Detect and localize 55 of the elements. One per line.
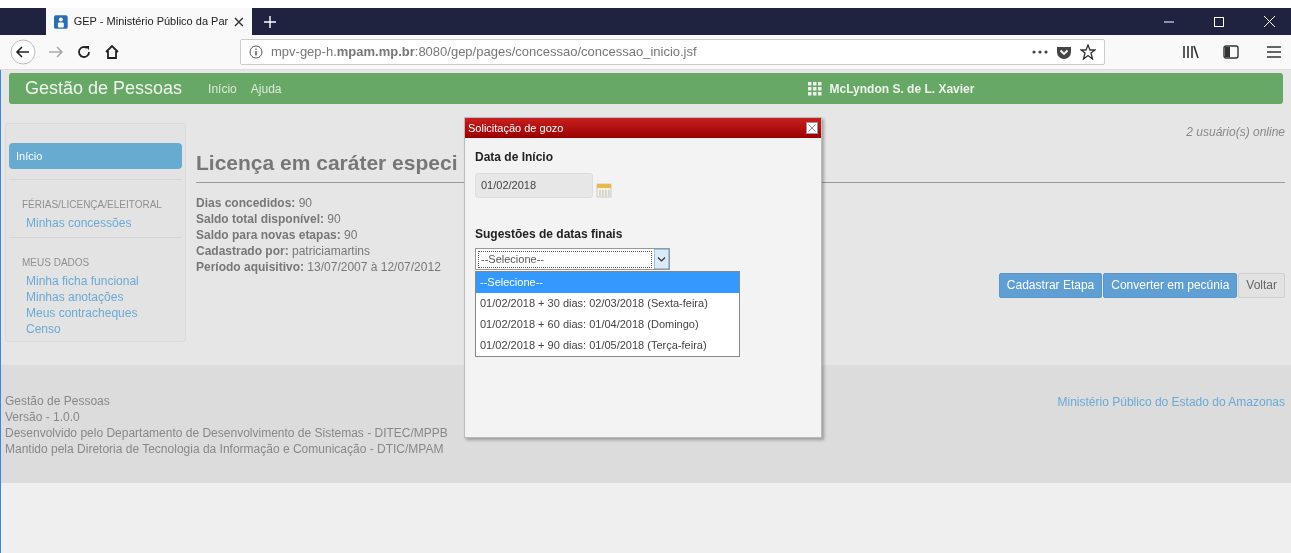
tab-title: GEP - Ministério Público da Par xyxy=(73,14,229,30)
sidebar-item[interactable]: Meus contracheques xyxy=(9,305,182,321)
dropdown-option[interactable]: --Selecione-- xyxy=(476,272,739,293)
sidebar-item[interactable]: Início xyxy=(9,143,182,169)
back-icon[interactable] xyxy=(10,39,36,65)
select-field[interactable]: --Selecione-- xyxy=(475,248,670,270)
page-title: Licença em caráter especi xyxy=(196,151,458,174)
sidebar-item[interactable]: Minha ficha funcional xyxy=(9,273,182,289)
library-icon[interactable] xyxy=(1183,45,1199,59)
detail-text: Dias concedidos: 90 xyxy=(196,194,313,211)
footer-link[interactable]: Ministério Público do Estado do Amazonas xyxy=(1057,393,1285,411)
more-icon[interactable] xyxy=(1032,50,1048,54)
detail-text: Saldo total disponível: 90 xyxy=(196,210,341,227)
dropdown-option[interactable]: 01/02/2018 + 30 dias: 02/03/2018 (Sexta-feira) xyxy=(476,293,739,314)
star-icon[interactable] xyxy=(1080,44,1096,60)
home-icon[interactable] xyxy=(104,44,120,60)
user-name[interactable]: McLyndon S. de L. Xavier xyxy=(829,79,975,98)
address-bar[interactable]: mpv-gep-h.mpam.mp.br:8080/gep/pages/concessao/concessao_inicio.jsf xyxy=(240,39,1105,65)
dropdown-option[interactable]: 01/02/2018 + 60 dias: 01/04/2018 (Domingo) xyxy=(476,314,739,335)
detail-text: Cadastrado por: patriciamartins xyxy=(196,242,371,259)
browser-tab[interactable]: GEP - Ministério Público da Par xyxy=(46,8,252,35)
dropdown-option[interactable]: 01/02/2018 + 90 dias: 01/05/2018 (Terça-feira) xyxy=(476,335,739,356)
menu-icon[interactable] xyxy=(1267,46,1281,58)
person-icon xyxy=(54,14,68,29)
nav-link[interactable]: Início xyxy=(208,79,237,98)
section-heading: MEUS DADOS xyxy=(21,256,91,270)
detail-text: Período aquisitivo: 13/07/2007 à 12/07/2012 xyxy=(196,258,441,275)
footer-text: Gestão de Pessoas xyxy=(5,393,111,409)
action-button[interactable]: Voltar xyxy=(1238,272,1285,298)
maximize-icon[interactable] xyxy=(1214,16,1224,27)
dialog-title: Solicitação de gozo xyxy=(468,120,564,136)
footer-text: Versão - 1.0.0 xyxy=(5,409,81,425)
close-icon[interactable] xyxy=(234,16,244,27)
detail-text: Saldo para novas etapas: 90 xyxy=(196,226,358,243)
footer-text: Mantido pela Diretoria de Tecnologia da Informação e Comunicação - DTIC/MPAM xyxy=(5,441,445,457)
footer-text: Desenvolvido pelo Departamento de Desenvolvimento de Sistemas - DITEC/MPPB xyxy=(5,425,448,441)
field-label: Sugestões de datas finais xyxy=(475,226,624,243)
section-heading: FÉRIAS/LICENÇA/ELEITORAL xyxy=(21,197,163,212)
action-button[interactable]: Converter em pecúnia xyxy=(1103,272,1238,298)
app-title[interactable]: Gestão de Pessoas xyxy=(25,75,183,102)
reload-icon[interactable] xyxy=(76,44,92,60)
field-label: Data de Início xyxy=(475,149,555,166)
info-icon xyxy=(249,45,263,59)
nav-link[interactable]: Ajuda xyxy=(250,79,282,98)
sidebar-item[interactable]: Censo xyxy=(9,321,182,337)
chevron-down-icon xyxy=(654,249,669,269)
action-button[interactable]: Cadastrar Etapa xyxy=(998,272,1103,298)
url-text: mpv-gep-h.mpam.mp.br:8080/gep/pages/concessao/concessao_inicio.jsf xyxy=(271,43,698,62)
sidebar-item[interactable]: Minhas concessões xyxy=(9,215,182,231)
sidebar-item[interactable]: Minhas anotações xyxy=(9,289,182,305)
pocket-icon[interactable] xyxy=(1056,44,1072,60)
plus-icon[interactable] xyxy=(264,15,276,28)
online-users-text: 2 usuário(s) online xyxy=(1186,124,1285,141)
date-field[interactable]: 01/02/2018 xyxy=(475,173,593,198)
sidebar-icon[interactable] xyxy=(1223,45,1239,59)
